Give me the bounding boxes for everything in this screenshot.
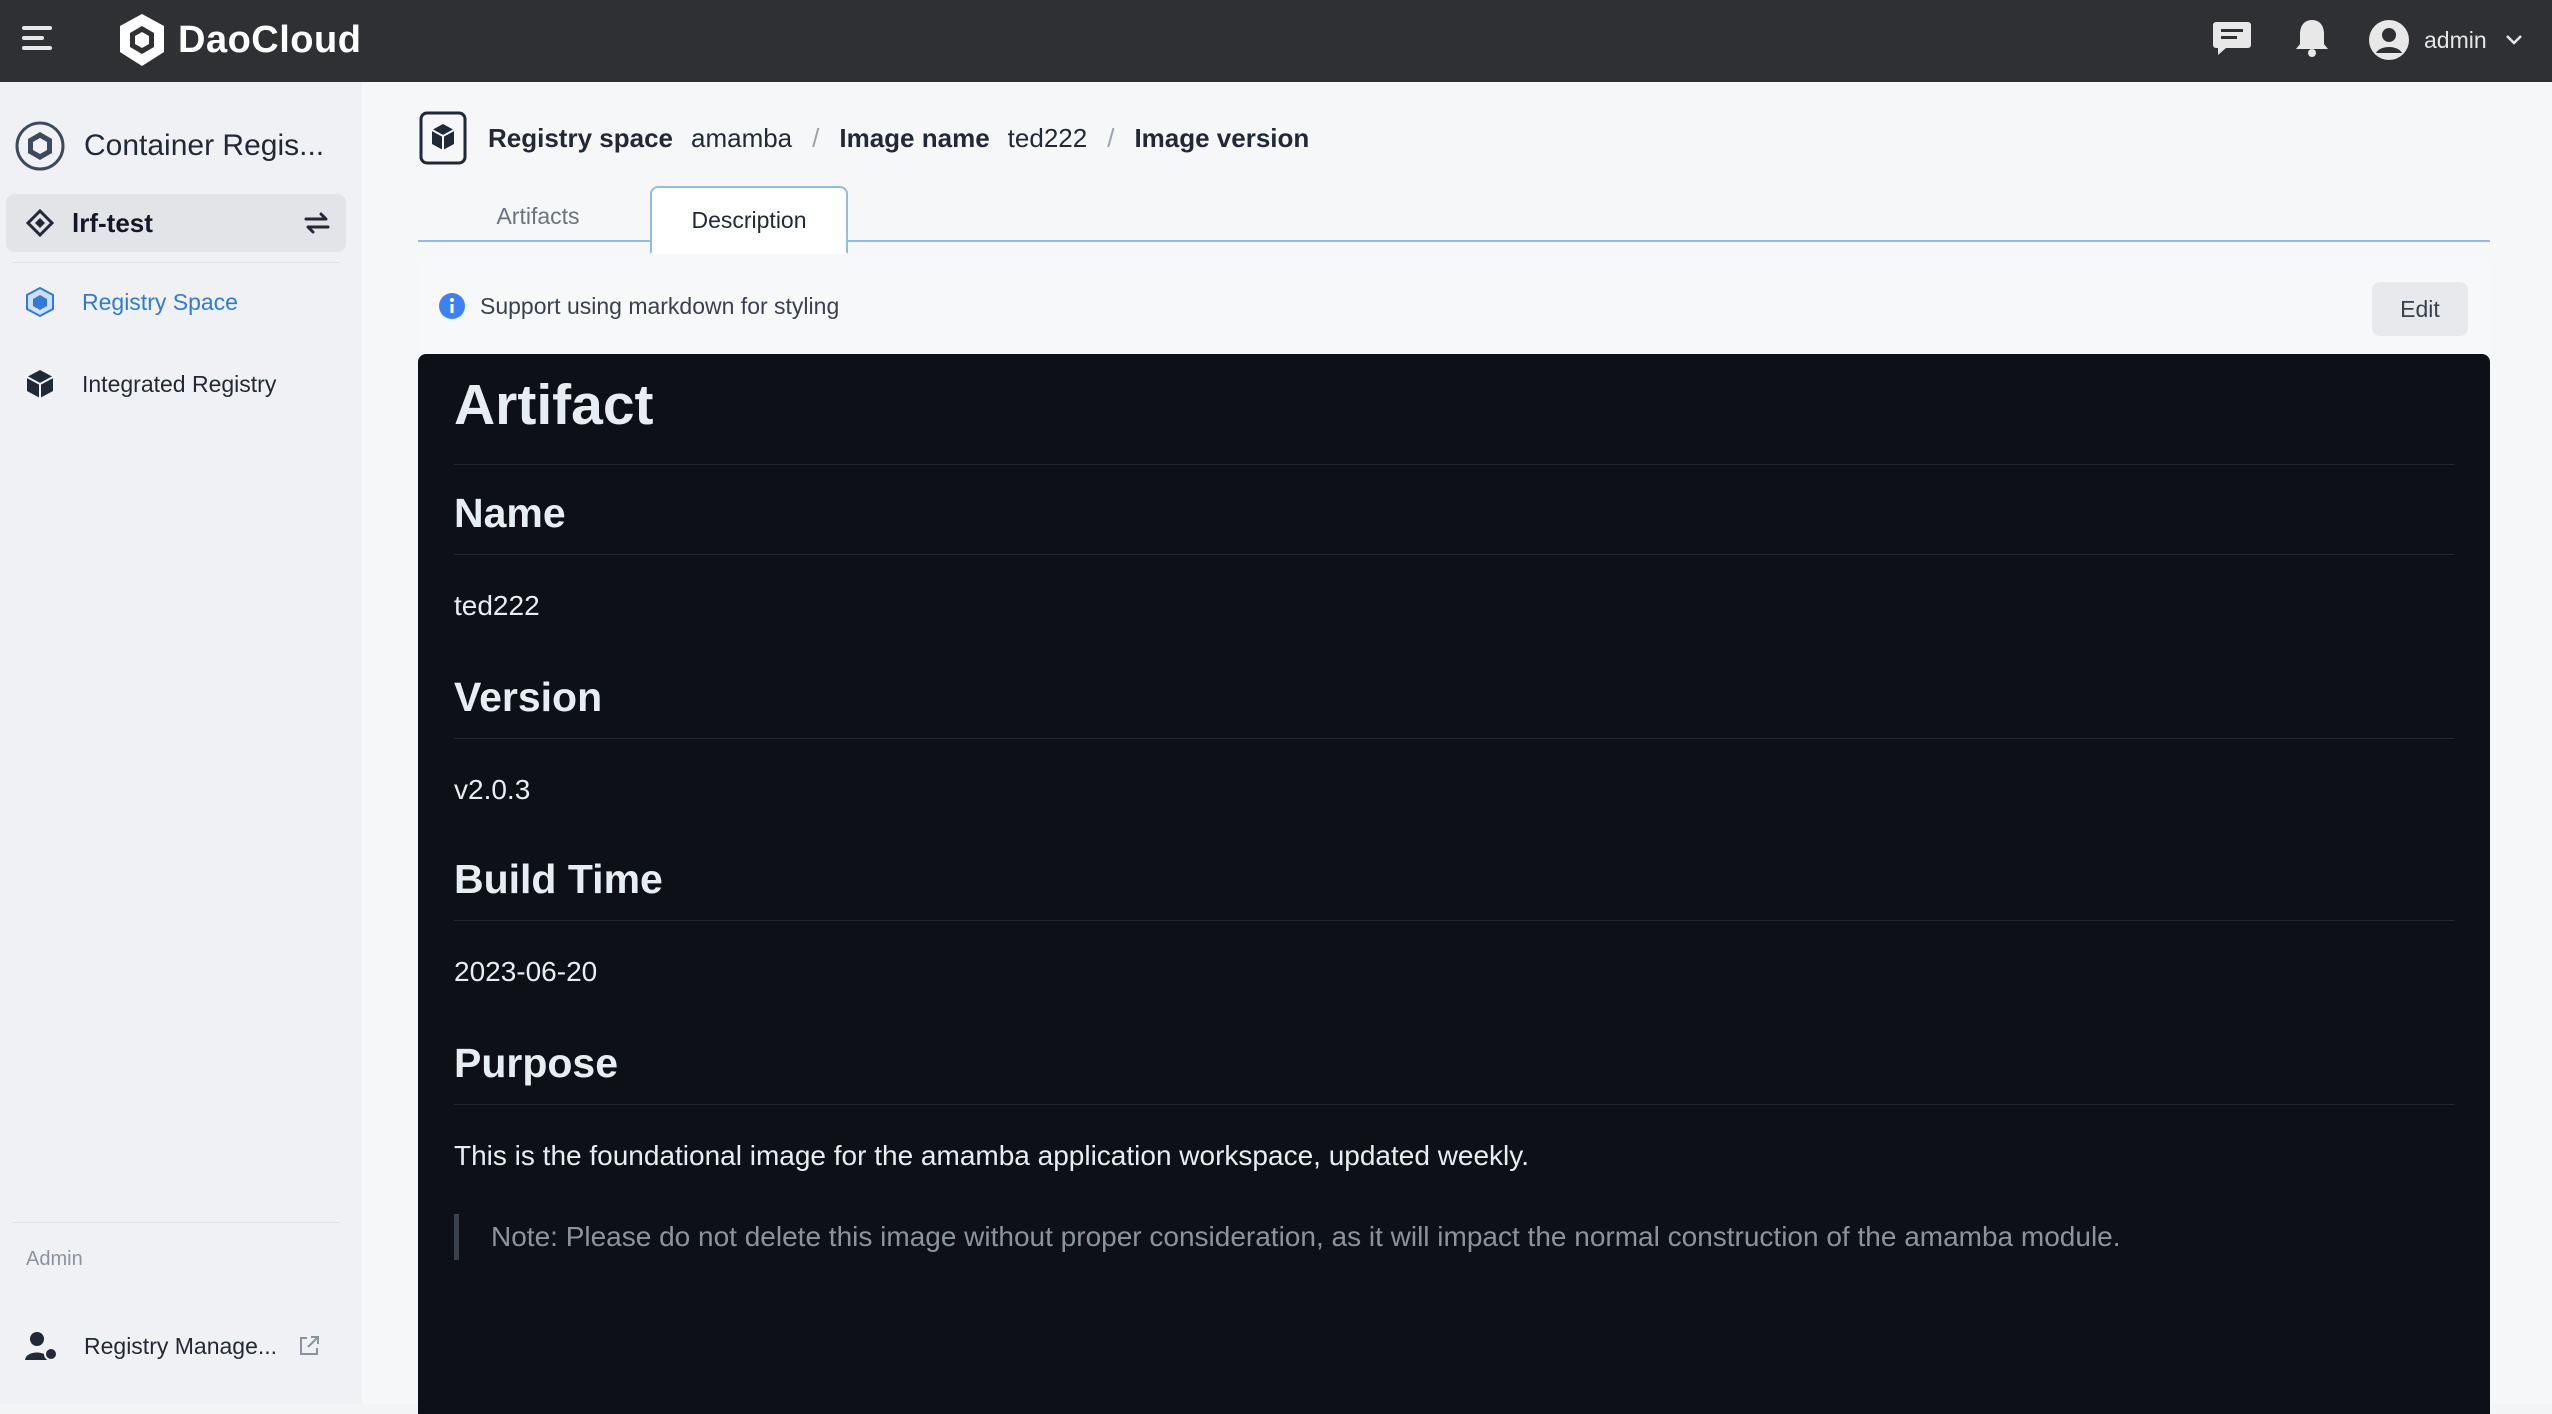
breadcrumb-image-link[interactable]: ted222: [1008, 123, 1088, 154]
switch-icon[interactable]: [302, 208, 332, 238]
daocloud-logo-icon: [120, 14, 164, 66]
sidebar-divider: [12, 1222, 340, 1223]
breadcrumb-separator: /: [1107, 122, 1115, 153]
workspace-name: lrf-test: [72, 207, 153, 238]
menu-icon[interactable]: [20, 20, 56, 56]
purpose-text: This is the foundational image for the a…: [454, 1140, 1529, 1171]
user-manage-icon: [25, 1332, 58, 1361]
module-header: Container Regis...: [14, 116, 324, 176]
markdown-preview: Artifact Name ted222 Version v2.0.3 Buil…: [418, 354, 2490, 1414]
heading-rule: [454, 554, 2454, 555]
purpose-heading: Purpose: [454, 1040, 619, 1086]
bell-icon[interactable]: [2290, 16, 2334, 60]
workspace-selector[interactable]: lrf-test: [6, 194, 346, 252]
cube-icon: [26, 286, 54, 318]
breadcrumb-separator: /: [812, 122, 820, 153]
markdown-title: Artifact: [454, 373, 654, 437]
info-icon: [439, 293, 465, 319]
tab-artifacts[interactable]: Artifacts: [418, 190, 658, 242]
tab-bar: Artifacts Description: [418, 186, 2490, 254]
breadcrumb: Registry space amamba / Image name ted22…: [418, 110, 1309, 166]
sidebar-item-label: Integrated Registry: [82, 370, 277, 397]
sidebar: Container Regis... lrf-test Registry Spa…: [0, 82, 363, 1404]
build-time-heading: Build Time: [454, 856, 663, 902]
module-title: Container Regis...: [84, 129, 325, 162]
sidebar-item-registry-space[interactable]: Registry Space: [0, 272, 362, 332]
workspace-icon: [26, 209, 54, 237]
heading-rule: [454, 920, 2454, 921]
name-heading: Name: [454, 490, 566, 536]
external-link-icon: [300, 1336, 320, 1355]
breadcrumb-registry-label: Registry space: [488, 122, 673, 153]
tab-description[interactable]: Description: [650, 186, 848, 254]
note-blockquote: Note: Please do not delete this image wi…: [454, 1214, 2121, 1260]
edit-button[interactable]: Edit: [2372, 282, 2468, 336]
notice-text: Support using markdown for styling: [480, 292, 840, 319]
name-value: ted222: [454, 590, 540, 621]
markdown-notice: Support using markdown for styling Edit: [418, 258, 2490, 354]
main-content: Registry space amamba / Image name ted22…: [362, 82, 2552, 1414]
top-bar: DaoCloud admin: [0, 0, 2552, 82]
user-avatar-icon: [2369, 20, 2409, 60]
heading-rule: [454, 738, 2454, 739]
chat-icon[interactable]: [2210, 16, 2254, 60]
sidebar-divider: [12, 262, 340, 263]
image-package-icon: [419, 111, 467, 165]
daocloud-logo[interactable]: DaoCloud: [116, 10, 361, 70]
breadcrumb-image-label: Image name: [839, 122, 990, 153]
breadcrumb-current: Image version: [1134, 122, 1310, 153]
version-value: v2.0.3: [454, 774, 531, 805]
admin-section-label: Admin: [26, 1248, 83, 1270]
chevron-down-icon: [2505, 35, 2522, 45]
sidebar-item-label: Registry Space: [82, 288, 238, 315]
breadcrumb-registry-link[interactable]: amamba: [691, 123, 792, 154]
user-menu[interactable]: admin: [2368, 12, 2523, 68]
sidebar-item-label: Registry Manage...: [84, 1332, 278, 1359]
container-registry-icon: [15, 121, 65, 171]
build-time-value: 2023-06-20: [454, 956, 598, 987]
sidebar-item-registry-management[interactable]: Registry Manage...: [0, 1316, 362, 1376]
heading-rule: [454, 464, 2454, 465]
heading-rule: [454, 1104, 2454, 1105]
package-icon: [26, 370, 54, 398]
user-name: admin: [2424, 26, 2487, 53]
sidebar-item-integrated-registry[interactable]: Integrated Registry: [0, 354, 362, 414]
version-heading: Version: [454, 674, 603, 720]
brand-name: DaoCloud: [178, 18, 362, 61]
